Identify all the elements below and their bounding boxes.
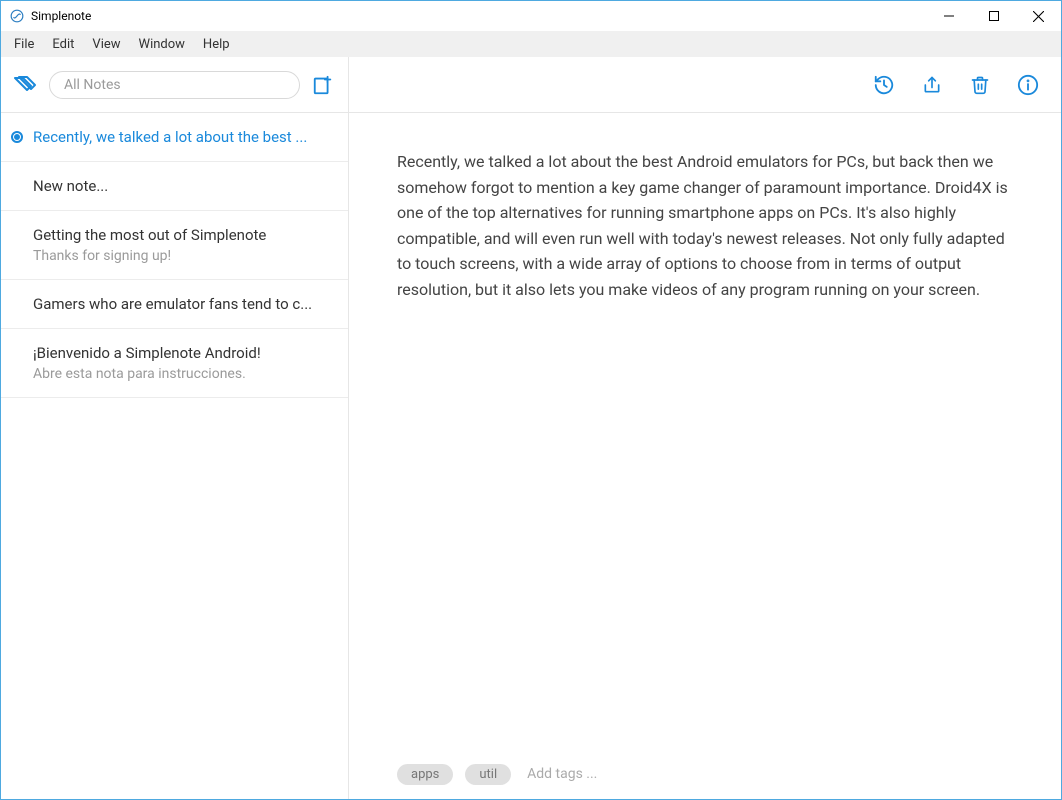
note-content: Recently, we talked a lot about the best… — [397, 149, 1013, 303]
note-item[interactable]: New note... — [1, 162, 348, 211]
window-titlebar: Simplenote — [1, 1, 1061, 31]
editor-toolbar — [349, 57, 1061, 113]
window-title: Simplenote — [31, 9, 91, 23]
tags-icon[interactable] — [13, 72, 39, 98]
tag-chip[interactable]: util — [465, 764, 511, 785]
menu-window[interactable]: Window — [130, 33, 194, 56]
note-title: Gamers who are emulator fans tend to c..… — [33, 295, 330, 313]
app-icon — [9, 8, 25, 24]
note-item[interactable]: Getting the most out of Simplenote Thank… — [1, 211, 348, 280]
window-maximize-button[interactable] — [971, 1, 1016, 31]
note-title: ¡Bienvenido a Simplenote Android! — [33, 344, 330, 362]
tag-bar: apps util Add tags ... — [349, 749, 1061, 799]
search-placeholder: All Notes — [64, 77, 121, 93]
add-tag-input[interactable]: Add tags ... — [523, 766, 597, 782]
main-pane: Recently, we talked a lot about the best… — [349, 57, 1061, 799]
window-minimize-button[interactable] — [926, 1, 971, 31]
note-item[interactable]: Gamers who are emulator fans tend to c..… — [1, 280, 348, 329]
trash-icon[interactable] — [967, 72, 993, 98]
note-item[interactable]: ¡Bienvenido a Simplenote Android! Abre e… — [1, 329, 348, 398]
menubar: File Edit View Window Help — [1, 31, 1061, 57]
note-title: Recently, we talked a lot about the best… — [33, 128, 330, 146]
menu-file[interactable]: File — [5, 33, 43, 56]
note-title: New note... — [33, 177, 330, 195]
menu-help[interactable]: Help — [194, 33, 239, 56]
note-editor[interactable]: Recently, we talked a lot about the best… — [349, 113, 1061, 749]
note-item[interactable]: Recently, we talked a lot about the best… — [1, 113, 348, 162]
sidebar: All Notes Recently, we talked a lot abou… — [1, 57, 349, 799]
note-preview: Abre esta nota para instrucciones. — [33, 366, 330, 382]
window-close-button[interactable] — [1016, 1, 1061, 31]
search-input[interactable]: All Notes — [49, 71, 300, 99]
sidebar-toolbar: All Notes — [1, 57, 348, 113]
note-title: Getting the most out of Simplenote — [33, 226, 330, 244]
share-icon[interactable] — [919, 72, 945, 98]
note-list: Recently, we talked a lot about the best… — [1, 113, 348, 799]
note-preview: Thanks for signing up! — [33, 248, 330, 264]
menu-view[interactable]: View — [83, 33, 129, 56]
unsynced-indicator-icon — [11, 131, 23, 143]
new-note-button[interactable] — [310, 72, 336, 98]
tag-chip[interactable]: apps — [397, 764, 453, 785]
menu-edit[interactable]: Edit — [43, 33, 83, 56]
info-icon[interactable] — [1015, 72, 1041, 98]
history-icon[interactable] — [871, 72, 897, 98]
